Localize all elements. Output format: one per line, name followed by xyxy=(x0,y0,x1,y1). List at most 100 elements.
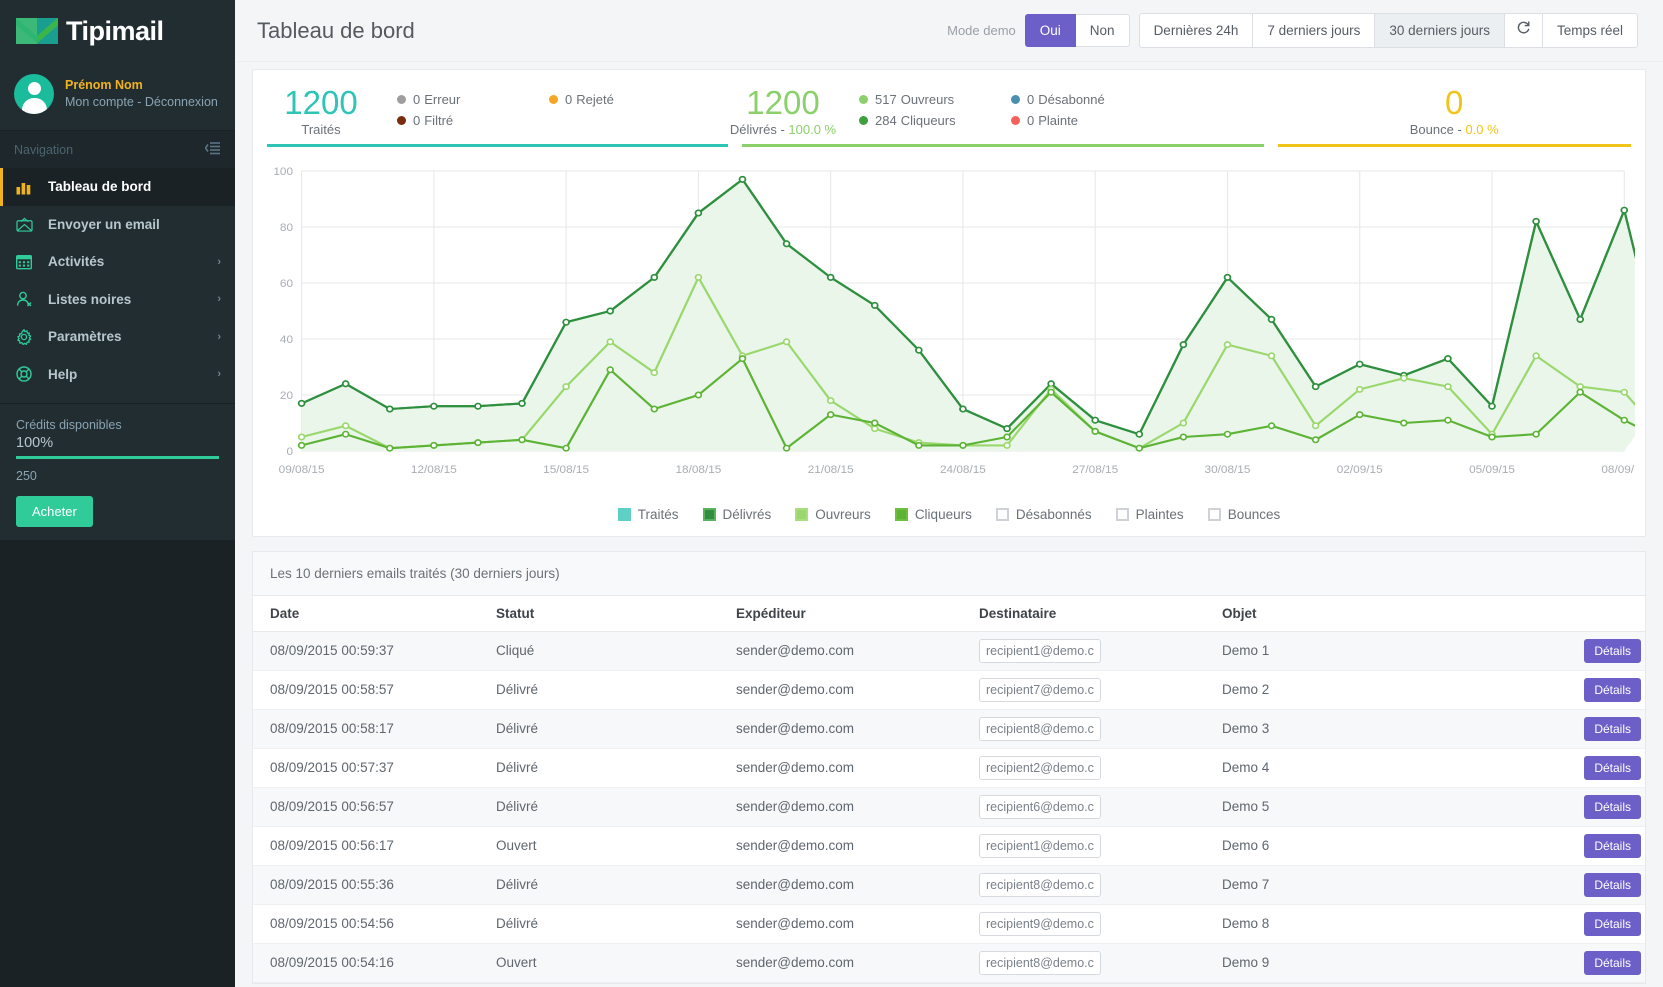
details-button[interactable]: Détails xyxy=(1584,950,1641,975)
chart-xtick-label: 18/08/15 xyxy=(675,464,721,476)
sidebar-filler xyxy=(0,540,235,987)
sidebar-item-listes-noires[interactable]: Listes noires › xyxy=(0,281,235,319)
cell-expediteur: sender@demo.com xyxy=(736,709,979,749)
ouvreurs-value: 517 xyxy=(875,92,897,107)
details-button[interactable]: Détails xyxy=(1584,716,1641,741)
desabonne-label: Désabonné xyxy=(1038,92,1105,107)
status-dot-plainte xyxy=(1011,116,1020,125)
chart-xtick-label: 08/09/15 xyxy=(1601,464,1635,476)
recipient-input[interactable] xyxy=(979,638,1101,663)
range-7d-button[interactable]: 7 derniers jours xyxy=(1253,13,1376,48)
cell-statut: Ouvert xyxy=(496,943,736,983)
chart-point xyxy=(650,405,659,413)
cell-objet: Demo 2 xyxy=(1222,670,1559,710)
details-button[interactable]: Détails xyxy=(1584,755,1641,780)
chart-point xyxy=(782,337,791,345)
recipient-input[interactable] xyxy=(979,794,1101,819)
filtre-label: Filtré xyxy=(424,113,454,128)
sidebar-item-parametres[interactable]: Paramètres › xyxy=(0,318,235,356)
chart-xtick-label: 15/08/15 xyxy=(543,464,589,476)
list-collapse-icon[interactable] xyxy=(204,141,221,158)
cell-statut: Délivré xyxy=(496,709,736,749)
user-account-links[interactable]: Mon compte - Déconnexion xyxy=(65,94,218,111)
user-avatar-icon xyxy=(14,74,54,114)
chart-legend: Traités Délivrés Ouvreurs Cliqueurs Désa… xyxy=(253,499,1645,536)
user-panel[interactable]: Prénom Nom Mon compte - Déconnexion xyxy=(0,62,235,130)
refresh-icon[interactable] xyxy=(1504,13,1543,48)
chart-ytick-label: 0 xyxy=(286,446,293,458)
chart-legend-plaintes[interactable]: Plaintes xyxy=(1115,507,1184,522)
status-dot-rejete xyxy=(549,95,558,104)
recipient-input[interactable] xyxy=(979,833,1101,858)
chart-legend-cliqueurs[interactable]: Cliqueurs xyxy=(894,507,972,522)
cell-actions: Détails xyxy=(1559,904,1645,944)
demo-mode-yes-button[interactable]: Oui xyxy=(1024,13,1076,48)
chart-point xyxy=(297,399,306,407)
chart-legend-ouvreurs[interactable]: Ouvreurs xyxy=(795,507,871,522)
recipient-input[interactable] xyxy=(979,950,1101,975)
table-row: 08/09/2015 00:54:56 Délivré sender@demo.co… xyxy=(253,904,1645,944)
sidebar-item-label: Listes noires xyxy=(48,291,132,307)
chart-point xyxy=(1311,435,1320,443)
chart-legend-delivres[interactable]: Délivrés xyxy=(702,507,771,522)
table-row: 08/09/2015 00:57:37 Délivré sender@demo.co… xyxy=(253,748,1645,788)
sidebar-item-activites[interactable]: Activités › xyxy=(0,243,235,281)
chart-point xyxy=(606,307,614,315)
bar-chart-icon xyxy=(16,179,38,195)
navigation-label: Navigation xyxy=(14,142,74,157)
details-button[interactable]: Détails xyxy=(1584,833,1641,858)
cell-date: 08/09/2015 00:57:37 xyxy=(253,748,496,788)
recipient-input[interactable] xyxy=(979,755,1101,780)
chart-point xyxy=(1179,419,1188,427)
legend-swatch-icon xyxy=(1115,507,1129,521)
cell-expediteur: sender@demo.com xyxy=(736,904,979,944)
sidebar: Tipimail Prénom Nom Mon compte - Déconne… xyxy=(0,0,235,987)
chart-legend-bounces[interactable]: Bounces xyxy=(1207,507,1280,522)
chart-ytick-label: 60 xyxy=(280,278,293,290)
sidebar-item-help[interactable]: Help › xyxy=(0,356,235,394)
sidebar-item-tableau-de-bord[interactable]: Tableau de bord xyxy=(0,168,235,206)
buy-credits-button[interactable]: Acheter xyxy=(16,496,93,527)
cell-objet: Demo 9 xyxy=(1222,943,1559,983)
recipient-input[interactable] xyxy=(979,911,1101,936)
details-button[interactable]: Détails xyxy=(1584,872,1641,897)
table-row: 08/09/2015 00:56:57 Délivré sender@demo.co… xyxy=(253,787,1645,827)
table-body: 08/09/2015 00:59:37 Cliqué sender@demo.com… xyxy=(253,631,1645,983)
chart-xtick-label: 27/08/15 xyxy=(1072,464,1118,476)
range-30d-button[interactable]: 30 derniers jours xyxy=(1375,13,1505,48)
chart-legend-traites[interactable]: Traités xyxy=(617,507,679,522)
top-bar: Tableau de bord Mode demo Oui Non Derniè… xyxy=(235,0,1663,62)
cell-date: 08/09/2015 00:58:17 xyxy=(253,709,496,749)
chart-point xyxy=(871,419,879,427)
chart-point xyxy=(562,382,570,390)
chart-point xyxy=(694,273,703,281)
chart-point xyxy=(1223,340,1232,348)
cell-destinataire xyxy=(979,787,1222,827)
details-button[interactable]: Détails xyxy=(1584,677,1641,702)
recipient-input[interactable] xyxy=(979,716,1101,741)
rejete-label: Rejeté xyxy=(576,92,614,107)
chart-legend-desabonnes[interactable]: Désabonnés xyxy=(995,507,1092,522)
chart-point xyxy=(386,444,394,452)
brand[interactable]: Tipimail xyxy=(0,0,235,62)
plainte-label: Plainte xyxy=(1038,113,1078,128)
chart-point xyxy=(606,337,614,345)
demo-mode-no-button[interactable]: Non xyxy=(1075,13,1130,48)
details-button[interactable]: Détails xyxy=(1584,794,1641,819)
sidebar-item-envoyer-un-email[interactable]: Envoyer un email xyxy=(0,206,235,244)
chart-point xyxy=(1003,433,1011,441)
realtime-button[interactable]: Temps réel xyxy=(1542,13,1638,48)
activity-chart-svg: 0 20 40 60 80 100 09/08/15 12/08/15 15/08/15 18/0… xyxy=(273,166,1635,476)
recipient-input[interactable] xyxy=(979,677,1101,702)
column-header-date: Date xyxy=(253,595,496,632)
credits-progress-bar xyxy=(16,456,219,459)
cell-actions: Détails xyxy=(1559,943,1645,983)
range-24h-button[interactable]: Dernières 24h xyxy=(1138,13,1254,48)
details-button[interactable]: Détails xyxy=(1584,638,1641,663)
chart-point xyxy=(1576,382,1584,390)
recipient-input[interactable] xyxy=(979,872,1101,897)
chart-point xyxy=(1267,315,1276,323)
cell-expediteur: sender@demo.com xyxy=(736,826,979,866)
details-button[interactable]: Détails xyxy=(1584,911,1641,936)
stat-legend-item: 0 Désabonné xyxy=(1011,92,1163,107)
